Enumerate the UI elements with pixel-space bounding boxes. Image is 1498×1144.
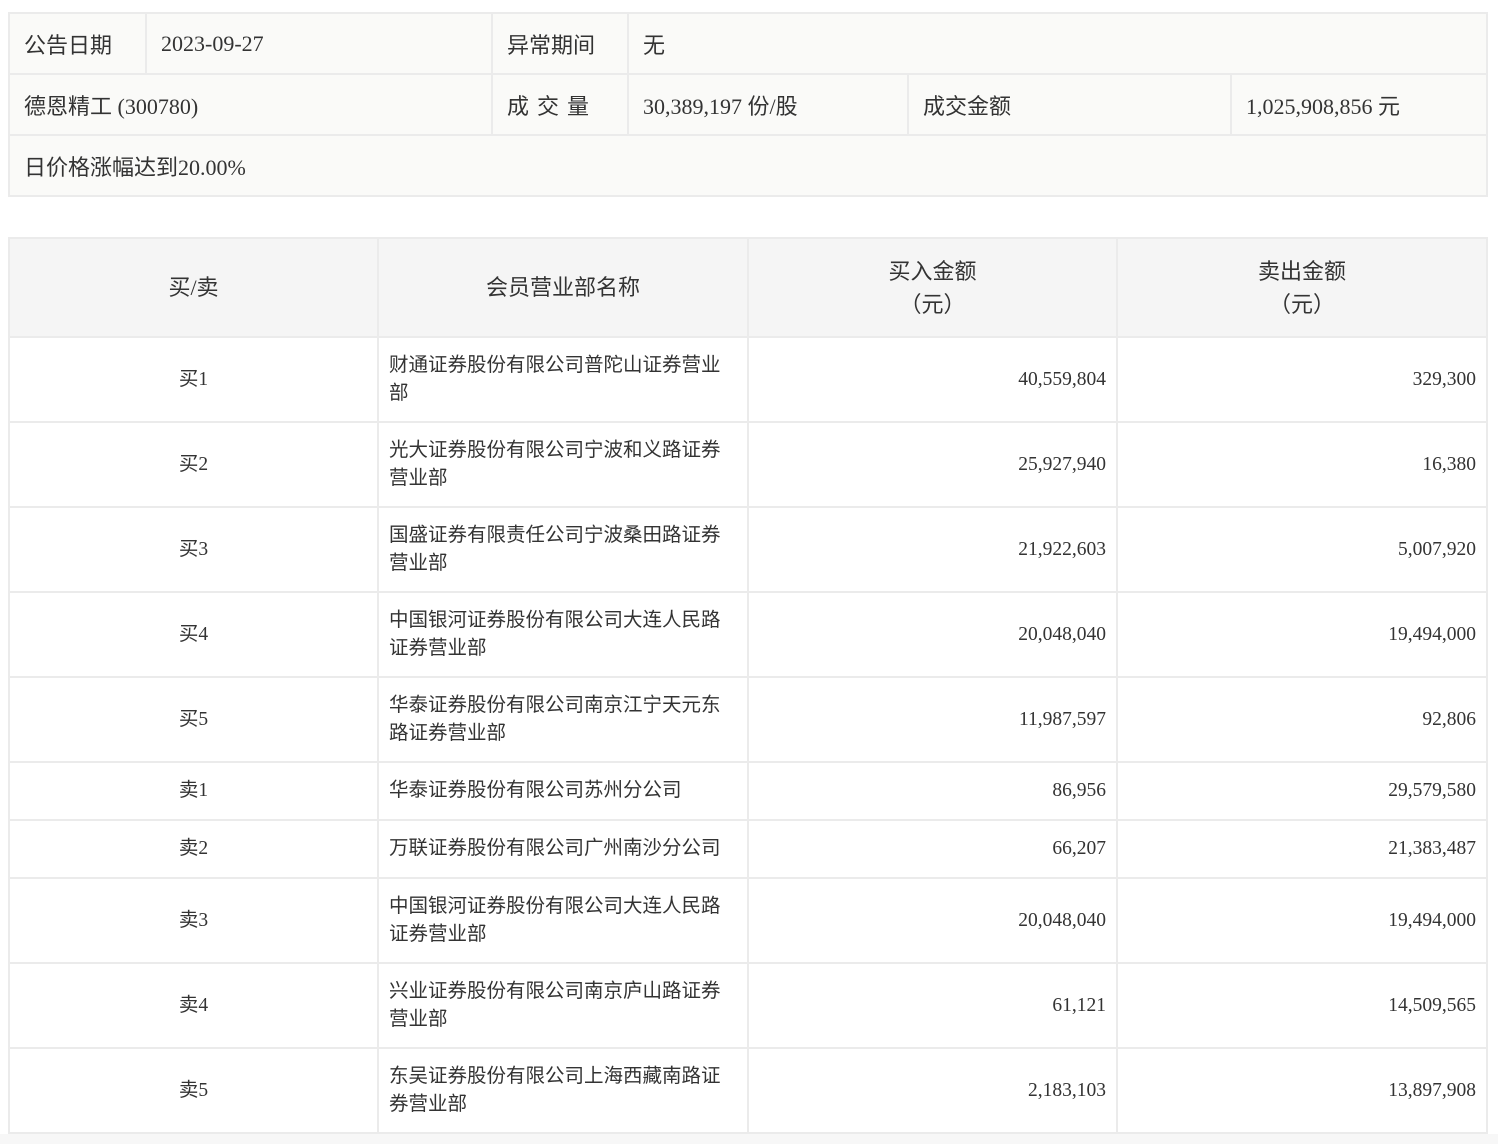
buy-amount-cell: 20,048,040 — [747, 877, 1118, 964]
buy-amount-cell: 21,922,603 — [747, 506, 1118, 593]
buy-amount-cell: 20,048,040 — [747, 591, 1118, 678]
table-row: 买2 光大证券股份有限公司宁波和义路证券营业部 25,927,940 16,380 — [8, 421, 1488, 508]
header-sell: 卖出金额 （元） — [1116, 237, 1488, 338]
branch-name-cell: 国盛证券有限责任公司宁波桑田路证券营业部 — [377, 506, 749, 593]
sell-amount-cell: 29,579,580 — [1116, 761, 1488, 821]
side-cell: 买5 — [8, 676, 379, 763]
header-side: 买/卖 — [8, 237, 379, 338]
amount-label: 成交金额 — [907, 73, 1232, 136]
table-row: 买3 国盛证券有限责任公司宁波桑田路证券营业部 21,922,603 5,007,92… — [8, 506, 1488, 593]
branch-name-cell: 中国银河证券股份有限公司大连人民路证券营业部 — [377, 591, 749, 678]
side-cell: 买4 — [8, 591, 379, 678]
side-cell: 卖4 — [8, 962, 379, 1049]
sell-amount-cell: 92,806 — [1116, 676, 1488, 763]
buy-amount-cell: 61,121 — [747, 962, 1118, 1049]
branch-name-cell: 东吴证券股份有限公司上海西藏南路证券营业部 — [377, 1047, 749, 1134]
header-sell-label: 卖出金额 — [1257, 258, 1346, 284]
table-row: 买4 中国银河证券股份有限公司大连人民路证券营业部 20,048,040 19,494… — [8, 591, 1488, 678]
branch-name-cell: 财通证券股份有限公司普陀山证券营业部 — [377, 336, 749, 423]
header-buy-unit: （元） — [899, 291, 966, 317]
buy-amount-cell: 25,927,940 — [747, 421, 1118, 508]
info-row-date: 公告日期 2023-09-27 异常期间 无 — [8, 12, 1489, 75]
side-cell: 卖3 — [8, 877, 379, 964]
buy-amount-cell: 86,956 — [747, 761, 1118, 821]
table-row: 卖5 东吴证券股份有限公司上海西藏南路证券营业部 2,183,103 13,897,9… — [8, 1047, 1488, 1134]
abnormal-period-label: 异常期间 — [491, 12, 629, 75]
branch-name-cell: 华泰证券股份有限公司南京江宁天元东路证券营业部 — [377, 676, 749, 763]
sell-amount-cell: 19,494,000 — [1116, 877, 1488, 964]
side-cell: 卖5 — [8, 1047, 379, 1134]
side-cell: 买2 — [8, 421, 379, 508]
sell-amount-cell: 14,509,565 — [1116, 962, 1488, 1049]
announce-date-value: 2023-09-27 — [145, 12, 493, 75]
branch-name-cell: 华泰证券股份有限公司苏州分公司 — [377, 761, 749, 821]
reason-text: 日价格涨幅达到20.00% — [7, 134, 1489, 197]
sell-amount-cell: 21,383,487 — [1116, 819, 1488, 879]
side-cell: 卖2 — [8, 819, 379, 879]
side-cell: 买3 — [8, 506, 379, 593]
buy-amount-cell: 40,559,804 — [747, 336, 1118, 423]
buy-amount-cell: 11,987,597 — [747, 676, 1118, 763]
table-row: 卖1 华泰证券股份有限公司苏州分公司 86,956 29,579,580 — [8, 761, 1488, 821]
header-buy-label: 买入金额 — [888, 258, 977, 284]
table-row: 卖2 万联证券股份有限公司广州南沙分公司 66,207 21,383,487 — [8, 819, 1488, 879]
announce-date-label: 公告日期 — [8, 12, 147, 75]
table-row: 卖4 兴业证券股份有限公司南京庐山路证券营业部 61,121 14,509,565 — [8, 962, 1488, 1049]
table-header-row: 买/卖 会员营业部名称 买入金额 （元） 卖出金额 （元） — [8, 237, 1488, 338]
volume-value: 30,389,197 份/股 — [627, 73, 909, 136]
branch-name-cell: 中国银河证券股份有限公司大连人民路证券营业部 — [377, 877, 749, 964]
buy-amount-cell: 2,183,103 — [747, 1047, 1118, 1134]
stock-name: 德恩精工 (300780) — [8, 73, 493, 136]
header-buy: 买入金额 （元） — [747, 237, 1118, 338]
abnormal-period-value: 无 — [626, 12, 1489, 75]
header-name: 会员营业部名称 — [377, 237, 749, 338]
sell-amount-cell: 5,007,920 — [1116, 506, 1488, 593]
sell-amount-cell: 19,494,000 — [1116, 591, 1488, 678]
sell-amount-cell: 13,897,908 — [1116, 1047, 1488, 1134]
info-row-trade: 德恩精工 (300780) 成交量 30,389,197 份/股 成交金额 1,… — [8, 73, 1489, 136]
amount-value: 1,025,908,856 元 — [1229, 73, 1489, 136]
volume-label: 成交量 — [491, 73, 629, 136]
trade-detail-table: 买/卖 会员营业部名称 买入金额 （元） 卖出金额 （元） 买1 财通证券股份有限公司… — [8, 237, 1488, 1134]
sell-amount-cell: 16,380 — [1116, 421, 1488, 508]
buy-amount-cell: 66,207 — [747, 819, 1118, 879]
sell-amount-cell: 329,300 — [1116, 336, 1488, 423]
bottom-strip — [0, 1134, 1498, 1144]
side-cell: 卖1 — [8, 761, 379, 821]
announcement-info-table: 公告日期 2023-09-27 异常期间 无 德恩精工 (300780) 成交量… — [7, 12, 1489, 197]
table-row: 卖3 中国银河证券股份有限公司大连人民路证券营业部 20,048,040 19,494… — [8, 877, 1488, 964]
info-row-reason: 日价格涨幅达到20.00% — [7, 134, 1489, 197]
branch-name-cell: 兴业证券股份有限公司南京庐山路证券营业部 — [377, 962, 749, 1049]
header-sell-unit: （元） — [1268, 291, 1335, 317]
table-row: 买5 华泰证券股份有限公司南京江宁天元东路证券营业部 11,987,597 92,80… — [8, 676, 1488, 763]
side-cell: 买1 — [8, 336, 379, 423]
branch-name-cell: 万联证券股份有限公司广州南沙分公司 — [377, 819, 749, 879]
table-row: 买1 财通证券股份有限公司普陀山证券营业部 40,559,804 329,300 — [8, 336, 1488, 423]
branch-name-cell: 光大证券股份有限公司宁波和义路证券营业部 — [377, 421, 749, 508]
